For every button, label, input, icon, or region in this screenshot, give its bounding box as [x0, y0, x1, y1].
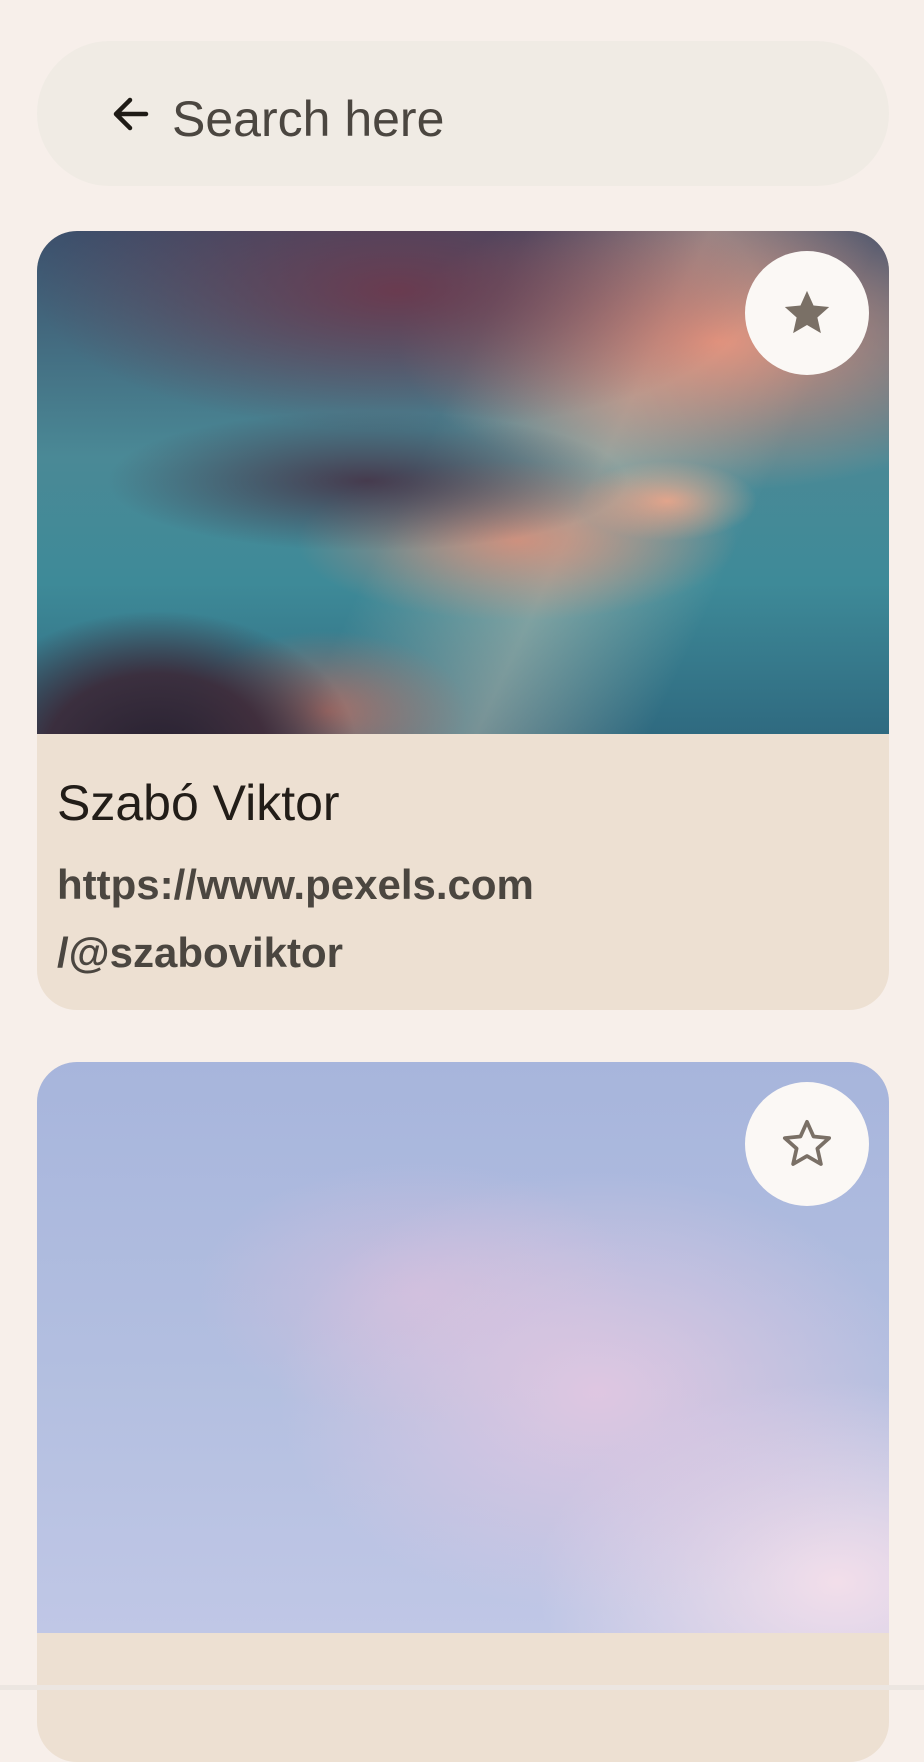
- favorite-button[interactable]: [745, 251, 869, 375]
- star-outline-icon: [782, 1119, 832, 1166]
- photographer-name: Szabó Viktor: [57, 775, 340, 831]
- photographer-url[interactable]: https://www.pexels.com /@szaboviktor: [57, 851, 857, 987]
- arrow-left-icon[interactable]: [106, 90, 154, 138]
- search-bar[interactable]: [37, 41, 889, 186]
- photo-card[interactable]: [37, 1062, 889, 1762]
- favorite-button[interactable]: [745, 1082, 869, 1206]
- search-input[interactable]: Search here: [172, 84, 444, 154]
- url-line: /@szaboviktor: [57, 929, 344, 976]
- nav-bar-edge: [0, 1685, 924, 1690]
- star-filled-icon: [784, 290, 830, 334]
- photo-card[interactable]: Szabó Viktor https://www.pexels.com /@sz…: [37, 231, 889, 1010]
- url-line: https://www.pexels.com: [57, 861, 534, 908]
